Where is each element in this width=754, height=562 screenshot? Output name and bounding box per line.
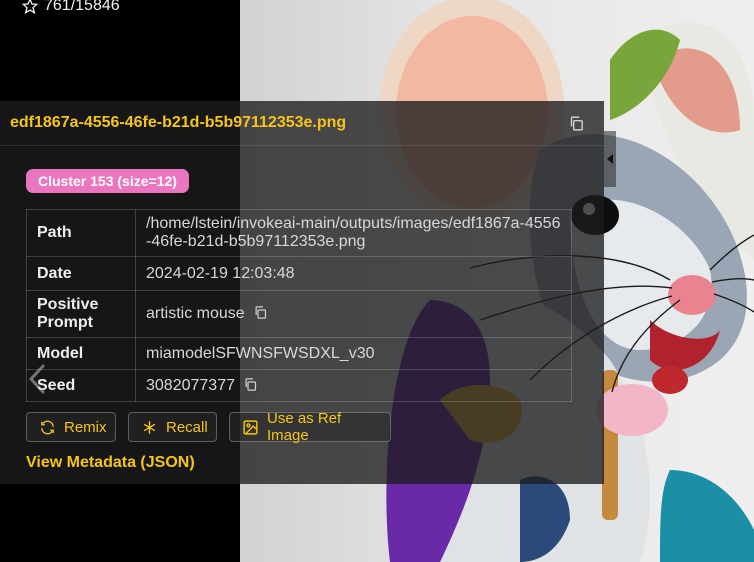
table-row: Date 2024-02-19 12:03:48 — [26, 256, 572, 291]
date-label: Date — [26, 256, 136, 291]
panel-header: edf1867a-4556-46fe-b21d-b5b97112353e.png — [0, 101, 604, 146]
copy-icon[interactable] — [568, 115, 585, 132]
chevron-left-icon[interactable] — [26, 362, 48, 396]
copy-icon[interactable] — [253, 305, 268, 320]
table-row: Positive Prompt artistic mouse — [26, 290, 572, 338]
use-as-ref-image-button[interactable]: Use as Ref Image — [229, 410, 391, 444]
remix-label: Remix — [64, 418, 107, 436]
asterisk-icon — [141, 419, 158, 436]
prompt-value: artistic mouse — [146, 305, 245, 322]
path-label: Path — [26, 209, 136, 257]
model-value: miamodelSFWNSFWSDXL_v30 — [135, 337, 572, 370]
recall-button[interactable]: Recall — [128, 412, 217, 442]
panel-collapse-handle[interactable] — [604, 131, 616, 187]
image-info-panel: edf1867a-4556-46fe-b21d-b5b97112353e.png… — [0, 101, 604, 484]
image-icon — [242, 419, 259, 436]
metadata-table: Path /home/lstein/invokeai-main/outputs/… — [26, 209, 572, 402]
refresh-icon — [39, 419, 56, 436]
seed-value-cell: 3082077377 — [135, 369, 572, 402]
filename-title: edf1867a-4556-46fe-b21d-b5b97112353e.png — [10, 114, 347, 131]
cluster-badge[interactable]: Cluster 153 (size=12) — [26, 169, 189, 193]
table-row: Path /home/lstein/invokeai-main/outputs/… — [26, 209, 572, 257]
path-value: /home/lstein/invokeai-main/outputs/image… — [135, 209, 572, 257]
table-row: Seed 3082077377 — [26, 369, 572, 402]
prompt-label: Positive Prompt — [26, 290, 136, 338]
remix-button[interactable]: Remix — [26, 412, 116, 442]
recall-label: Recall — [166, 418, 208, 436]
view-metadata-link[interactable]: View Metadata (JSON) — [26, 454, 195, 472]
seed-value: 3082077377 — [146, 376, 235, 394]
use-as-ref-label: Use as Ref Image — [267, 410, 342, 444]
star-icon[interactable] — [22, 0, 38, 14]
date-value: 2024-02-19 12:03:48 — [135, 256, 572, 291]
table-row: Model miamodelSFWNSFWSDXL_v30 — [26, 337, 572, 370]
prompt-value-cell: artistic mouse — [135, 290, 572, 338]
counter-text: 761/15846 — [44, 0, 120, 14]
image-counter: 761/15846 — [22, 0, 120, 15]
copy-icon[interactable] — [243, 377, 258, 392]
collapse-arrow-icon — [607, 154, 613, 164]
